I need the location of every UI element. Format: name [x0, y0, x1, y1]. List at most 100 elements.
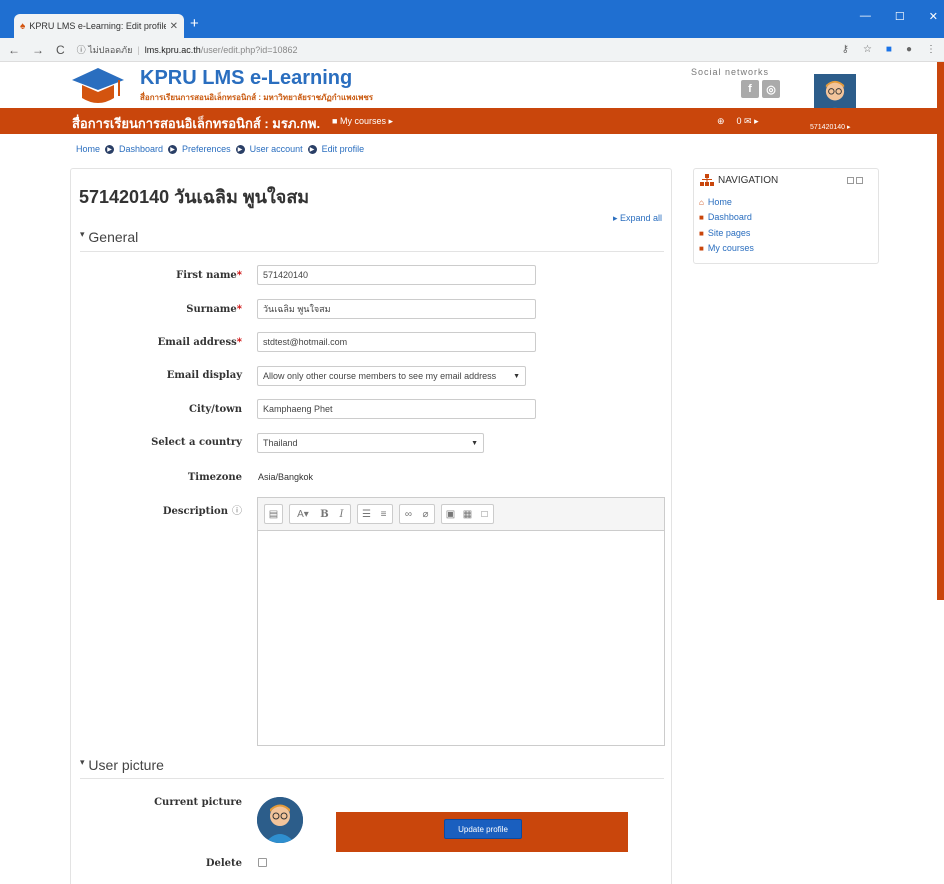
collapse-caret-icon: ▾ — [80, 757, 85, 767]
social-networks-label: Social networks — [691, 67, 770, 77]
facebook-icon[interactable]: f — [741, 80, 759, 98]
general-section-toggle[interactable]: ▾ General — [80, 229, 138, 245]
description-editor[interactable]: ▤ A▾ B I ☰ ≡ ∞ ⌀ ▣ ▦ □ — [257, 497, 665, 746]
browser-tabstrip: ♠ KPRU LMS e-Learning: Edit profile ✕ + … — [0, 0, 944, 38]
graduation-cap-logo-icon[interactable] — [72, 66, 124, 106]
home-icon: ⌂ — [699, 197, 704, 207]
email-display-select[interactable]: Allow only other course members to see m… — [257, 366, 526, 386]
main-navbar: สื่อการเรียนการสอนอิเล็กทรอนิกส์ : มรภ.ก… — [0, 108, 937, 134]
divider — [80, 778, 664, 779]
media-icon[interactable]: ▦ — [459, 505, 476, 523]
tab-title: KPRU LMS e-Learning: Edit profile — [29, 21, 166, 31]
key-icon[interactable]: ⚷ — [842, 44, 849, 55]
minimize-icon[interactable]: — — [860, 10, 871, 23]
unlink-icon[interactable]: ⌀ — [417, 505, 434, 523]
timezone-value: Asia/Bangkok — [258, 472, 314, 482]
folder-icon: ■ — [699, 243, 704, 253]
dropdown-caret-icon: ▼ — [471, 439, 478, 447]
navbar-title[interactable]: สื่อการเรียนการสอนอิเล็กทรอนิกส์ : มรภ.ก… — [72, 113, 320, 134]
close-tab-icon[interactable]: ✕ — [170, 21, 178, 32]
breadcrumb: Home ▶ Dashboard ▶ Preferences ▶ User ac… — [76, 144, 364, 154]
email-input[interactable] — [257, 332, 536, 352]
social-link-icon[interactable]: ◎ — [762, 80, 780, 98]
city-input[interactable] — [257, 399, 536, 419]
email-display-label: Email display — [166, 370, 242, 381]
info-icon[interactable]: ⓘ — [77, 43, 86, 56]
url-host: lms.kpru.ac.th — [144, 44, 201, 55]
link-icon[interactable]: ∞ — [400, 505, 417, 523]
breadcrumb-home[interactable]: Home — [76, 144, 100, 154]
nav-item-dashboard[interactable]: ■ Dashboard — [699, 212, 752, 222]
notifications-icon[interactable]: ⊕ — [717, 116, 725, 127]
back-icon[interactable]: ← — [8, 43, 20, 57]
nav-item-home[interactable]: ⌂ Home — [699, 197, 732, 207]
surname-label: Surname* — [186, 304, 242, 315]
extension-icon[interactable]: ■ — [886, 44, 892, 55]
briefcase-icon: ■ — [332, 116, 338, 126]
email-label: Email address* — [157, 337, 242, 348]
maximize-icon[interactable]: ☐ — [895, 10, 905, 23]
user-picture-section-toggle[interactable]: ▾ User picture — [80, 757, 164, 773]
navigation-heading: NAVIGATION — [718, 175, 779, 186]
toolbar-toggle-icon[interactable]: ▤ — [265, 505, 282, 523]
divider — [80, 251, 664, 252]
delete-picture-checkbox[interactable] — [258, 858, 267, 867]
page-title: 571420140 วันเฉลิม พูนใจสม — [79, 187, 310, 207]
address-bar: ← → C ⓘ ไม่ปลอดภัย | lms.kpru.ac.th/user… — [0, 38, 944, 62]
expand-all-link[interactable]: ▸ Expand all — [613, 213, 662, 224]
breadcrumb-edit-profile[interactable]: Edit profile — [322, 144, 365, 154]
country-select[interactable]: Thailand ▼ — [257, 433, 484, 453]
dropdown-caret-icon: ▼ — [513, 372, 520, 380]
city-label: City/town — [188, 404, 242, 415]
surname-input[interactable] — [257, 299, 536, 319]
manage-files-icon[interactable]: □ — [476, 505, 493, 523]
breadcrumb-dashboard[interactable]: Dashboard — [119, 144, 163, 154]
country-label: Select a country — [151, 437, 242, 448]
dock-block-icon[interactable] — [847, 177, 854, 184]
profile-icon[interactable]: ● — [906, 44, 912, 55]
nav-item-my-courses[interactable]: ■ My courses — [699, 243, 754, 253]
sitemap-icon — [700, 174, 714, 186]
description-label: Description ⓘ — [162, 506, 242, 517]
menu-icon[interactable]: ⋮ — [926, 44, 936, 55]
bold-icon[interactable]: B — [316, 505, 333, 523]
italic-icon[interactable]: I — [333, 505, 350, 523]
site-title[interactable]: KPRU LMS e-Learning — [140, 67, 352, 90]
delete-label: Delete — [205, 858, 242, 869]
update-profile-button[interactable]: Update profile — [444, 819, 522, 839]
url-field[interactable]: ⓘ ไม่ปลอดภัย | lms.kpru.ac.th/user/edit.… — [77, 43, 298, 57]
nav-item-site-pages[interactable]: ■ Site pages — [699, 228, 750, 238]
url-path: /user/edit.php?id=10862 — [200, 44, 298, 55]
email-display-value: Allow only other course members to see m… — [263, 371, 497, 381]
browser-tab[interactable]: ♠ KPRU LMS e-Learning: Edit profile ✕ — [14, 14, 184, 38]
site-favicon-icon: ♠ — [20, 20, 26, 32]
first-name-label: First name* — [176, 270, 242, 281]
collapse-block-icon[interactable] — [856, 177, 863, 184]
collapse-caret-icon: ▾ — [80, 229, 85, 239]
breadcrumb-separator-icon: ▶ — [105, 144, 115, 154]
timezone-label: Timezone — [187, 472, 242, 483]
forward-icon[interactable]: → — [32, 43, 44, 57]
help-icon[interactable]: ⓘ — [232, 506, 242, 517]
reload-icon[interactable]: C — [56, 43, 65, 57]
user-picture-heading: User picture — [88, 757, 164, 773]
security-label: ไม่ปลอดภัย — [88, 44, 133, 55]
paragraph-style-icon[interactable]: A▾ — [290, 505, 316, 523]
image-icon[interactable]: ▣ — [442, 505, 459, 523]
close-window-icon[interactable]: ✕ — [929, 10, 938, 23]
site-subtitle: สื่อการเรียนการสอนอิเล็กทรอนิกส์ : มหาวิ… — [140, 93, 374, 102]
ordered-list-icon[interactable]: ≡ — [375, 505, 392, 523]
breadcrumb-separator-icon: ▶ — [307, 144, 317, 154]
dashboard-icon: ■ — [699, 212, 704, 222]
star-icon[interactable]: ☆ — [863, 44, 872, 55]
navbar-my-courses[interactable]: ■ My courses ▸ — [332, 116, 393, 127]
first-name-input[interactable] — [257, 265, 536, 285]
messages-menu[interactable]: 0 ✉ ▸ — [737, 116, 759, 127]
current-picture-label: Current picture — [154, 797, 242, 808]
breadcrumb-user-account[interactable]: User account — [250, 144, 303, 154]
user-menu[interactable]: 571420140 ▸ — [810, 123, 851, 131]
unordered-list-icon[interactable]: ☰ — [358, 505, 375, 523]
new-tab-button[interactable]: + — [190, 15, 199, 32]
breadcrumb-preferences[interactable]: Preferences — [182, 144, 231, 154]
window-controls: — ☐ ✕ — [860, 10, 938, 23]
